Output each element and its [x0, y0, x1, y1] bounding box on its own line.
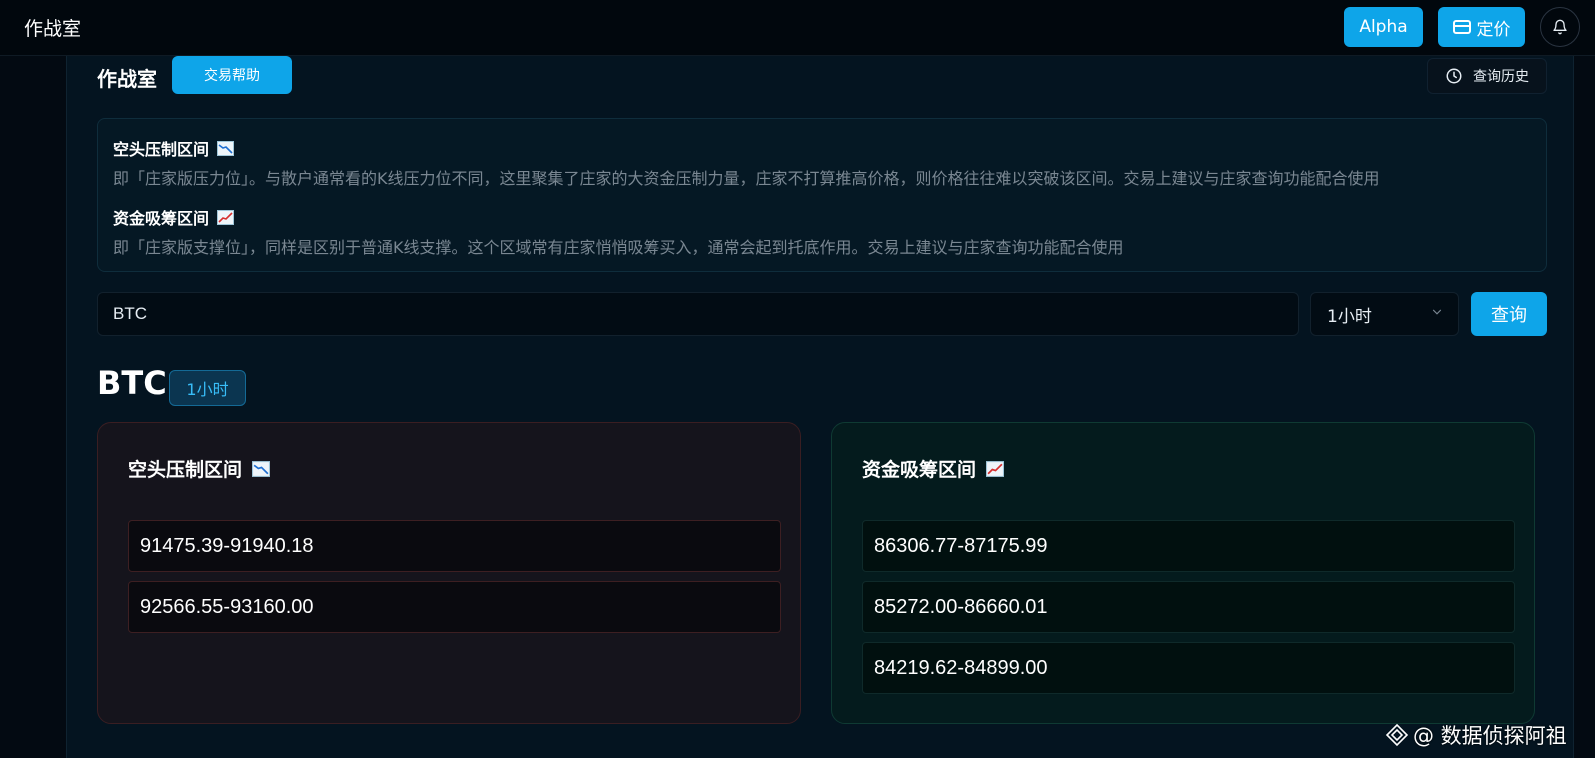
notification-button[interactable]	[1540, 7, 1580, 47]
bull-zone-card: 资金吸筹区间 86306.77-87175.99 85272.00-86660.…	[831, 422, 1535, 724]
pricing-button[interactable]: 定价	[1438, 7, 1525, 47]
interval-select[interactable]: 1小时	[1310, 292, 1459, 336]
top-bar: 作战室 Alpha 定价	[0, 0, 1595, 56]
app-title: 作战室	[24, 18, 82, 40]
watermark: @ 数据侦探阿祖	[1385, 720, 1567, 750]
info-bear-description: 即「庄家版压力位」。与散户通常看的K线压力位不同，这里聚集了庄家的大资金压制力量…	[113, 169, 1380, 188]
result-symbol-title: BTC	[97, 364, 167, 402]
query-history-button[interactable]: 查询历史	[1427, 58, 1547, 94]
info-bull-description: 即「庄家版支撑位」，同样是区别于普通K线支撑。这个区域常有庄家悄悄吸筹买入，通常…	[113, 238, 1124, 257]
info-bull-heading-text: 资金吸筹区间	[113, 209, 210, 228]
bull-zone-item: 84219.62-84899.00	[862, 642, 1515, 694]
bear-zone-card: 空头压制区间 91475.39-91940.18 92566.55-93160.…	[97, 422, 801, 724]
info-bull-heading: 资金吸筹区间	[113, 205, 235, 229]
chart-up-icon	[986, 460, 1005, 477]
bull-zone-item: 85272.00-86660.01	[862, 581, 1515, 633]
chart-up-icon	[217, 209, 235, 225]
result-interval-badge: 1小时	[169, 370, 246, 406]
bear-zone-title-text: 空头压制区间	[128, 459, 243, 481]
query-button[interactable]: 查询	[1471, 292, 1547, 336]
page-title: 作战室	[97, 67, 157, 91]
chart-down-icon	[217, 140, 235, 156]
diamond-logo-icon	[1385, 723, 1409, 747]
info-box: 空头压制区间 即「庄家版压力位」。与散户通常看的K线压力位不同，这里聚集了庄家的…	[97, 118, 1547, 272]
info-bear-heading: 空头压制区间	[113, 136, 235, 160]
query-history-label: 查询历史	[1473, 69, 1529, 85]
trade-help-button[interactable]: 交易帮助	[172, 56, 292, 94]
bear-zone-title: 空头压制区间	[128, 455, 271, 482]
bull-zone-item: 86306.77-87175.99	[862, 520, 1515, 572]
alpha-button[interactable]: Alpha	[1344, 7, 1423, 47]
card-icon	[1452, 20, 1471, 34]
clock-icon	[1446, 68, 1462, 84]
bear-zone-item: 91475.39-91940.18	[128, 520, 781, 572]
main-panel: 作战室 交易帮助 查询历史 空头压制区间 即「庄家版压力位」。与散户通常看的K线…	[66, 56, 1574, 758]
bear-zone-item: 92566.55-93160.00	[128, 581, 781, 633]
info-bear-heading-text: 空头压制区间	[113, 140, 210, 159]
bull-zone-title-text: 资金吸筹区间	[862, 459, 977, 481]
symbol-search-input[interactable]	[97, 292, 1299, 336]
interval-select-value: 1小时	[1327, 306, 1372, 327]
chevron-down-icon	[1432, 309, 1442, 315]
chart-down-icon	[252, 460, 271, 477]
bull-zone-title: 资金吸筹区间	[862, 455, 1005, 482]
bell-icon	[1553, 19, 1567, 35]
watermark-text: @ 数据侦探阿祖	[1413, 724, 1567, 748]
pricing-button-label: 定价	[1476, 19, 1511, 40]
